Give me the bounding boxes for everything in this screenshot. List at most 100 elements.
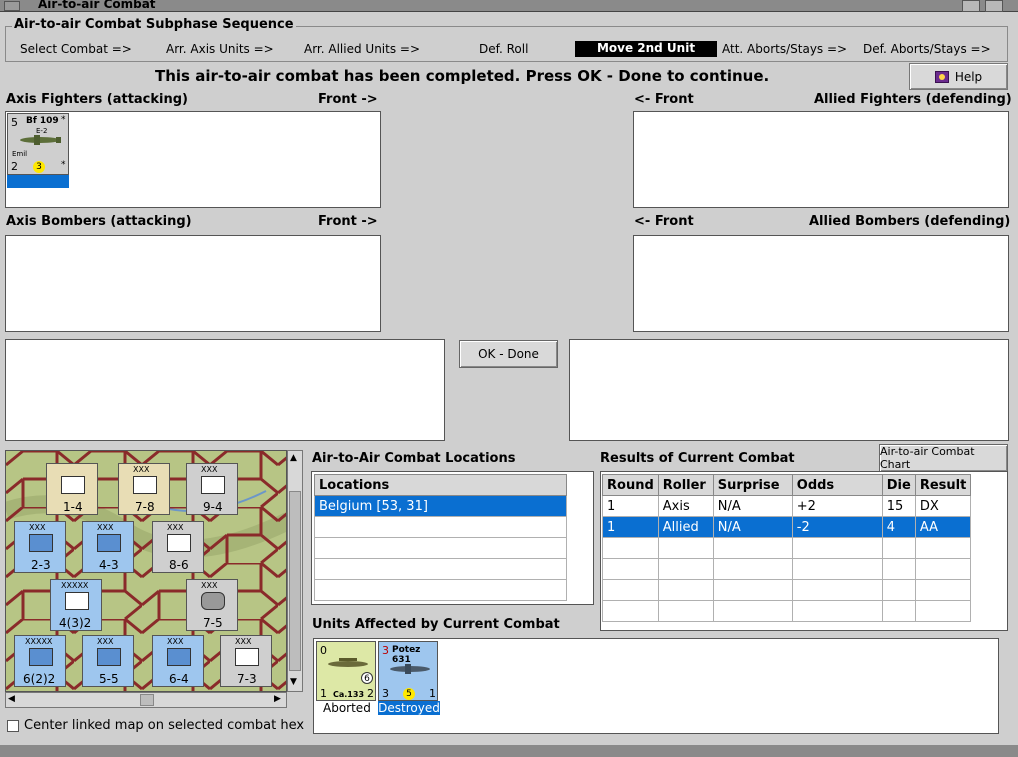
allied-fighters-front: <- Front [634,92,694,107]
axis-notes-area [5,339,445,441]
map-counter-8-size: XXX [201,581,218,590]
map-counter-8-value: 7-5 [203,616,223,630]
axis-bombers-box[interactable] [5,235,381,332]
bomber-silhouette-icon [328,658,368,667]
map-counter-8[interactable]: XXX 7-5 [186,579,238,631]
map-counter-5-value: 4-3 [99,558,119,572]
allied-bombers-front: <- Front [634,214,694,229]
affected-units-box: 0 6 1 Ca.133 2 Aborted 3 Potez 631 3 5 1… [313,638,999,734]
counter-circle: 3 [33,161,45,173]
result-odds[interactable]: -2 [791,516,883,538]
map-counter-2[interactable]: XXX 7-8 [118,463,170,515]
affected-unit-1[interactable]: 0 6 1 Ca.133 2 [316,641,376,701]
map-counter-7-value: 4(3)2 [59,616,92,630]
motorized-symbol-icon [97,648,121,666]
counter-top-left: 5 [11,116,18,129]
mech-symbol-icon [97,534,121,552]
air-combat-chart-button[interactable]: Air-to-air Combat Chart [879,444,1008,472]
map-horizontal-scrollbar[interactable]: ◀ ▶ [5,692,287,708]
map-counter-5-size: XXX [97,523,114,532]
map-counter-2-size: XXX [133,465,150,474]
axis-fighters-front: Front -> [318,92,378,107]
map-counter-4-size: XXX [29,523,46,532]
result-result[interactable]: AA [914,516,972,538]
allied-fighters-box[interactable] [633,111,1009,208]
map-counter-5[interactable]: XXX 4-3 [82,521,134,573]
result-round[interactable]: 1 [602,516,659,538]
scroll-left-icon[interactable]: ◀ [8,694,15,704]
unit-1-name: Ca.133 [333,690,365,699]
map-vertical-scrollbar[interactable]: ▲ ▼ [287,450,303,692]
map-counter-7[interactable]: XXXXX 4(3)2 [50,579,102,631]
results-header-result: Result [914,474,972,496]
allied-notes-area [569,339,1009,441]
step-move-2nd-unit: Move 2nd Unit [575,41,717,57]
unit-2-bottom-left: 3 [382,687,389,700]
infantry-symbol-icon [235,648,259,666]
axis-fighter-counter[interactable]: 5 Bf 109 * E-2 Emil 2 3 * [7,113,69,175]
axis-fighters-label: Axis Fighters (attacking) [6,92,188,107]
result-round: 1 [602,495,659,517]
map-counter-1-value: 1-4 [63,500,83,514]
unit-2-status: Destroyed [378,701,440,715]
map-counter-6[interactable]: XXX 8-6 [152,521,204,573]
results-title: Results of Current Combat [600,451,795,466]
window-control-minimize[interactable] [962,0,980,12]
allied-fighters-label: Allied Fighters (defending) [814,92,1012,107]
map-counter-6-value: 8-6 [169,558,189,572]
unit-2-bottom-right: 1 [429,687,436,700]
map-counter-12-value: 7-3 [237,672,257,686]
map-horizontal-scroll-thumb[interactable] [140,694,154,706]
map-counter-12[interactable]: XXX 7-3 [220,635,272,687]
map-counter-9[interactable]: XXXXX 6(2)2 [14,635,66,687]
unit-1-bottom-left: 1 [320,687,327,700]
allied-bombers-box[interactable] [633,235,1009,332]
map-counter-4[interactable]: XXX 2-3 [14,521,66,573]
mech-symbol-icon [167,648,191,666]
map-counter-7-size: XXXXX [61,581,89,590]
affected-unit-2[interactable]: 3 Potez 631 3 5 1 [378,641,438,701]
map-counter-4-value: 2-3 [31,558,51,572]
bottom-bar [0,745,1018,757]
map-counter-11[interactable]: XXX 6-4 [152,635,204,687]
map-counter-11-value: 6-4 [169,672,189,686]
window-icon [4,1,20,11]
scroll-down-icon[interactable]: ▼ [290,677,297,687]
help-button[interactable]: Help [909,63,1008,90]
unit-1-status: Aborted [323,701,371,715]
counter-star-2: * [61,160,66,170]
infantry-symbol-icon [61,476,85,494]
locations-list[interactable]: Locations Belgium [53, 31] [311,471,594,605]
results-panel: Round Roller Surprise Odds Die Result 1 … [600,471,1008,631]
scroll-right-icon[interactable]: ▶ [274,694,281,704]
result-roller: Axis [657,495,714,517]
axis-fighters-box[interactable]: 5 Bf 109 * E-2 Emil 2 3 * [5,111,381,208]
scroll-up-icon[interactable]: ▲ [290,453,297,463]
infantry-symbol-icon [133,476,157,494]
map-counter-3[interactable]: XXX 9-4 [186,463,238,515]
location-row-empty [314,558,567,580]
map-counter-10[interactable]: XXX 5-5 [82,635,134,687]
map-counter-3-value: 9-4 [203,500,223,514]
center-map-label: Center linked map on selected combat hex [24,718,305,733]
result-die[interactable]: 4 [881,516,916,538]
counter-star: * [61,115,66,125]
counter-bottom-left: 2 [11,160,18,173]
result-roller[interactable]: Allied [657,516,714,538]
center-map-checkbox[interactable] [7,720,19,732]
map-vertical-scroll-thumb[interactable] [289,491,301,671]
sequence-title: Air-to-air Combat Subphase Sequence [12,17,296,32]
fighter-silhouette-icon [390,664,430,674]
help-label: Help [954,69,983,84]
counter-sub: Emil [12,150,28,158]
map-counter-1[interactable]: 1-4 [46,463,98,515]
map-counter-10-size: XXX [97,637,114,646]
ok-done-button[interactable]: OK - Done [459,340,558,368]
location-row[interactable]: Belgium [53, 31] [314,495,567,517]
location-row-empty [314,579,567,601]
mini-map[interactable]: 1-4 XXX 7-8 XXX 9-4 XXX 2-3 XXX 4-3 XXX … [5,450,287,692]
result-surprise[interactable]: N/A [712,516,793,538]
window-control-close[interactable] [985,0,1003,12]
mech-symbol-icon [29,534,53,552]
infantry-symbol-icon [201,476,225,494]
